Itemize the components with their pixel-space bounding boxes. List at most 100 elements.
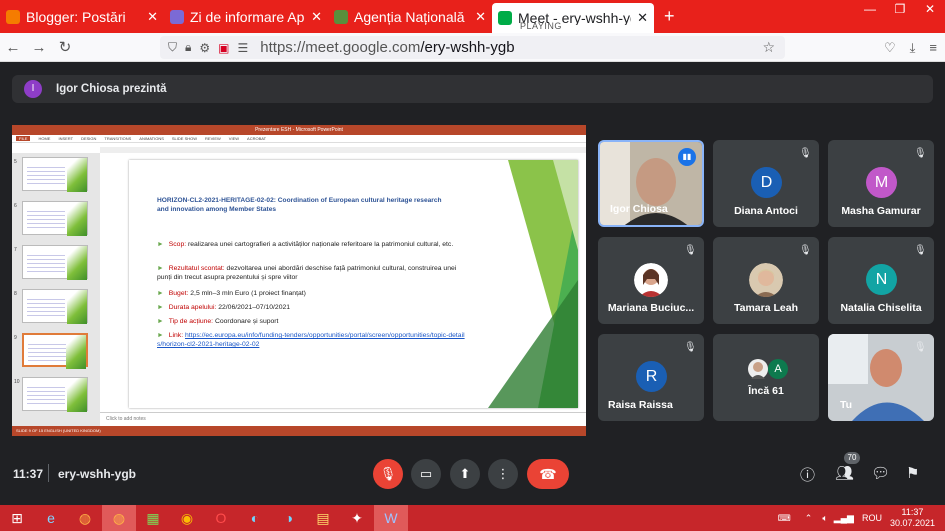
close-icon[interactable]: ✕ xyxy=(475,9,486,25)
info-icon[interactable]: ⓘ xyxy=(800,464,815,485)
link[interactable]: https://ec.europa.eu/info/funding-tender… xyxy=(157,332,465,348)
chat-icon[interactable]: 💬︎ xyxy=(871,464,890,482)
mic-off-icon: 🎙︎ xyxy=(684,342,697,353)
green-decoration xyxy=(488,160,578,408)
start-icon[interactable]: ⊞ xyxy=(0,505,34,531)
mic-off-icon: 🎙︎ xyxy=(914,342,927,353)
app-icon[interactable]: ✦ xyxy=(340,505,374,531)
participant-tile[interactable]: 🎙︎ M Masha Gamurar xyxy=(828,140,934,227)
edge-beta-icon[interactable]: ◑ xyxy=(272,505,306,531)
participant-tile[interactable]: 🎙︎ Mariana Buciuc... xyxy=(598,237,704,324)
mic-off-icon: 🎙︎ xyxy=(914,148,927,159)
participant-name: Masha Gamurar xyxy=(841,205,921,217)
present-button[interactable]: ⬆ xyxy=(450,459,480,489)
bullet-item: ► Scop: realizarea unei cartografieri a a… xyxy=(157,241,454,248)
participant-tile[interactable]: ▮▮ Igor Chiosa xyxy=(598,140,704,227)
leave-call-button[interactable]: ☎ xyxy=(527,459,569,489)
people-icon[interactable]: 👥︎ xyxy=(835,464,854,482)
menu-icon[interactable]: ≡ xyxy=(929,40,937,56)
mic-off-icon: 🎙︎ xyxy=(914,245,927,256)
close-icon[interactable]: ✕ xyxy=(311,9,322,25)
participant-tile[interactable]: 🎙︎ N Natalia Chiselita xyxy=(828,237,934,324)
explorer-icon[interactable]: ▤ xyxy=(306,505,340,531)
meeting-controls: 11:37 ery-wshh-ygb 🎙︎ ▭ ⬆ ⋮ ☎ ⓘ 👥︎ 70 💬︎… xyxy=(0,452,945,494)
url-field[interactable]: ⛉ 🔒︎ ⚙ ▣ ☰ https://meet.google.com/ery-w… xyxy=(160,36,785,59)
slide-canvas: HORIZON-CL2-2021-HERITAGE-02-02: Coordin… xyxy=(129,160,578,408)
language-indicator[interactable]: ROU xyxy=(862,513,882,523)
chrome-icon[interactable]: ◉ xyxy=(170,505,204,531)
playing-label: PLAYING xyxy=(520,21,562,31)
tab-meet[interactable]: Meet - ery-wshh-yg PLAYING ✕ xyxy=(492,3,654,33)
ribbon-tab: HOME xyxy=(38,136,51,141)
ribbon-tab: FILE xyxy=(16,136,31,141)
presenter-text: Igor Chiosa prezintă xyxy=(56,83,167,95)
bookmark-star-icon[interactable]: ☆ xyxy=(762,39,775,56)
avatar-photo xyxy=(749,263,783,297)
powerpoint-title-bar: Prezentare ESH - Microsoft PowerPoint xyxy=(12,125,586,135)
ribbon-tab: TRANSITIONS xyxy=(104,136,132,141)
network-icon[interactable]: ▂▄▆ xyxy=(834,513,854,524)
activities-icon[interactable]: ⚑ xyxy=(906,464,919,482)
close-icon[interactable]: ✕ xyxy=(147,9,158,25)
avatar-photo xyxy=(748,359,768,379)
participant-tile[interactable]: 🎙︎ Tamara Leah xyxy=(713,237,819,324)
people-count-badge: 70 xyxy=(844,452,860,464)
slide-title: HORIZON-CL2-2021-HERITAGE-02-02: Coordin… xyxy=(157,197,442,213)
powerpoint-ribbon: FILE HOME INSERT DESIGN TRANSITIONS ANIM… xyxy=(12,135,586,143)
permissions-icon[interactable]: ⚙ xyxy=(199,41,210,55)
lock-icon[interactable]: 🔒︎ xyxy=(185,40,191,55)
bullet-item: ► Durata apelului: 22/06/2021–07/10/2021 xyxy=(157,304,291,311)
back-icon[interactable]: ← xyxy=(0,39,26,56)
ie-icon[interactable]: e xyxy=(34,505,68,531)
reader-icon[interactable]: ☰ xyxy=(238,41,249,55)
thumb-number: 8 xyxy=(14,291,17,297)
firefox-active-icon[interactable]: ◍ xyxy=(102,505,136,531)
avatar: A xyxy=(768,359,788,379)
reload-icon[interactable]: ↻ xyxy=(52,38,78,56)
ribbon-tab: SLIDE SHOW xyxy=(171,136,198,141)
keyboard-icon[interactable]: ⌨ xyxy=(778,513,791,524)
taskbar-clock[interactable]: 11:37 30.07.2021 xyxy=(890,507,935,529)
address-bar: ← → ↻ ⛉ 🔒︎ ⚙ ▣ ☰ https://meet.google.com… xyxy=(0,33,945,62)
ribbon-tab: REVIEW xyxy=(205,136,221,141)
participant-tile[interactable]: 🎙︎ D Diana Antoci xyxy=(713,140,819,227)
camera-icon[interactable]: ▣ xyxy=(218,41,229,55)
participant-name: Mariana Buciuc... xyxy=(607,302,695,314)
close-icon[interactable]: ✕ xyxy=(637,10,648,26)
excel-icon[interactable]: ▦ xyxy=(136,505,170,531)
mic-off-icon: 🎙︎ xyxy=(799,245,812,256)
participant-tile[interactable]: 🎙︎ R Raisa Raissa xyxy=(598,334,704,421)
mic-off-button[interactable]: 🎙︎ xyxy=(373,459,403,489)
pocket-icon[interactable]: ♡ xyxy=(884,40,896,56)
forward-icon[interactable]: → xyxy=(26,39,52,56)
ruler xyxy=(100,147,586,153)
maximize-icon[interactable]: ❐ xyxy=(885,0,915,20)
notes-pane[interactable]: Click to add notes xyxy=(100,412,586,426)
opera-icon[interactable]: O xyxy=(204,505,238,531)
shield-icon[interactable]: ⛉ xyxy=(168,40,177,55)
thumb-number: 6 xyxy=(14,203,17,209)
tab-blogger[interactable]: Blogger: Postări ✕ xyxy=(0,0,164,33)
tab-agentia[interactable]: Agenția Națională p ✕ xyxy=(328,0,492,33)
thumb-number: 10 xyxy=(14,379,20,385)
new-tab-button[interactable]: + xyxy=(664,6,675,27)
participant-name: Raisa Raissa xyxy=(608,399,673,411)
word-icon[interactable]: W xyxy=(374,505,408,531)
avatar: N xyxy=(866,264,897,295)
minimize-icon[interactable]: — xyxy=(855,0,885,20)
tray-arrow-icon[interactable]: ⌃ xyxy=(805,513,813,524)
meeting-time: 11:37 xyxy=(13,467,44,481)
slide-thumbnail xyxy=(22,289,88,324)
download-icon[interactable]: ⤓ xyxy=(910,40,916,56)
more-participants-tile[interactable]: A Încă 61 xyxy=(713,334,819,421)
firefox-icon[interactable]: ◍ xyxy=(68,505,102,531)
close-window-icon[interactable]: ✕ xyxy=(915,0,945,20)
more-options-button[interactable]: ⋮ xyxy=(488,459,518,489)
edge-icon[interactable]: ◐ xyxy=(238,505,272,531)
tab-title: Zi de informare Ape xyxy=(190,8,306,25)
camera-button[interactable]: ▭ xyxy=(411,459,441,489)
volume-icon[interactable]: 🔈︎ xyxy=(822,513,827,524)
participant-tile[interactable]: 🎙︎ Tu xyxy=(828,334,934,421)
mic-off-icon: 🎙︎ xyxy=(799,148,812,159)
tab-zi-de-informare[interactable]: Zi de informare Ape ✕ xyxy=(164,0,328,33)
